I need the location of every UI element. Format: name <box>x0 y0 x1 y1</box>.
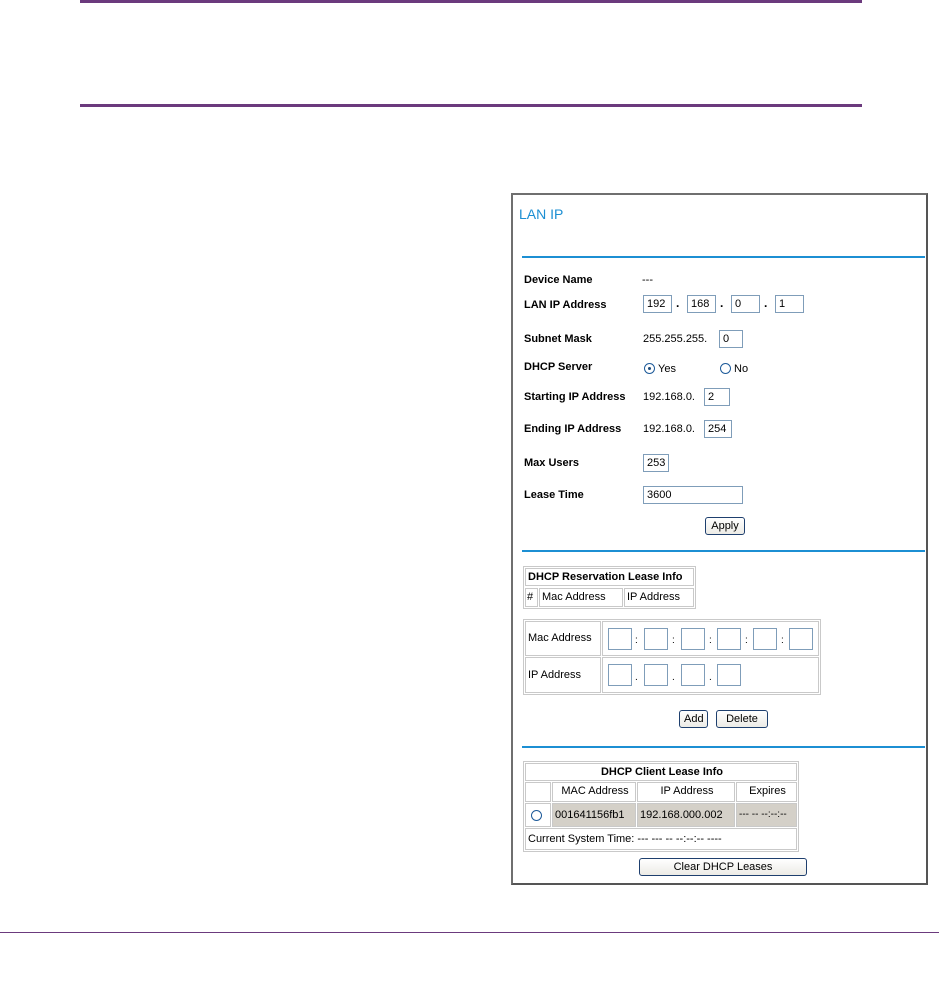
mac-field-6[interactable] <box>789 628 813 650</box>
mac-separator: : <box>745 635 748 646</box>
ending-ip-octet[interactable] <box>704 420 732 438</box>
dhcp-no-radio[interactable] <box>720 363 731 374</box>
reservation-ip-octet-3[interactable] <box>681 664 705 686</box>
lan-ip-octet-1[interactable] <box>643 295 672 313</box>
client-col-select <box>525 782 551 802</box>
reservation-ip-octet-4[interactable] <box>717 664 741 686</box>
ip-separator: . <box>672 672 675 683</box>
reservation-col-num: # <box>525 588 538 607</box>
mac-separator: : <box>635 635 638 646</box>
section-divider <box>522 550 925 552</box>
starting-ip-octet[interactable] <box>704 388 730 406</box>
ip-address-label: IP Address <box>525 657 601 693</box>
clear-dhcp-leases-button[interactable]: Clear DHCP Leases <box>639 858 807 876</box>
dhcp-no-label: No <box>734 363 749 375</box>
footer-divider <box>0 932 939 933</box>
mac-separator: : <box>781 635 784 646</box>
ending-ip-label: Ending IP Address <box>524 423 622 435</box>
panel-title: LAN IP <box>519 206 564 222</box>
lan-ip-panel: LAN IP Device Name --- LAN IP Address . … <box>511 193 928 885</box>
reservation-table-title: DHCP Reservation Lease Info <box>525 568 694 586</box>
ending-ip-prefix: 192.168.0. <box>643 423 695 435</box>
lan-ip-label: LAN IP Address <box>524 299 607 311</box>
client-col-ip: IP Address <box>637 782 735 802</box>
client-col-expires: Expires <box>736 782 797 802</box>
reservation-ip-octet-2[interactable] <box>644 664 668 686</box>
client-row-expires: --- -- --:--:-- <box>736 803 797 827</box>
client-row-radio[interactable] <box>531 810 542 821</box>
subnet-mask-label: Subnet Mask <box>524 333 592 345</box>
ip-separator: . <box>635 672 638 683</box>
delete-button[interactable]: Delete <box>716 710 768 728</box>
lease-time-label: Lease Time <box>524 489 584 501</box>
starting-ip-prefix: 192.168.0. <box>643 391 695 403</box>
lan-ip-octet-2[interactable] <box>687 295 716 313</box>
subnet-mask-octet[interactable] <box>719 330 743 348</box>
mac-field-1[interactable] <box>608 628 632 650</box>
client-row-ip: 192.168.000.002 <box>637 803 735 827</box>
lan-ip-octet-3[interactable] <box>731 295 760 313</box>
mac-separator: : <box>672 635 675 646</box>
lan-ip-octet-4[interactable] <box>775 295 804 313</box>
dhcp-yes-label: Yes <box>658 363 676 375</box>
subnet-mask-prefix: 255.255.255. <box>643 333 708 345</box>
device-name-label: Device Name <box>524 274 593 286</box>
dhcp-yes-radio[interactable] <box>644 363 655 374</box>
top-divider <box>80 0 862 3</box>
section-divider <box>522 256 925 258</box>
mac-separator: : <box>709 635 712 646</box>
mac-address-label: Mac Address <box>525 621 601 656</box>
client-col-mac: MAC Address <box>552 782 636 802</box>
mac-field-3[interactable] <box>681 628 705 650</box>
lease-time-input[interactable] <box>643 486 743 504</box>
client-lease-title: DHCP Client Lease Info <box>525 763 797 781</box>
dhcp-server-label: DHCP Server <box>524 361 593 373</box>
max-users-label: Max Users <box>524 457 580 469</box>
add-button[interactable]: Add <box>679 710 708 728</box>
ip-dot: . <box>676 296 680 310</box>
mac-field-5[interactable] <box>753 628 777 650</box>
device-name-value: --- <box>642 274 653 286</box>
current-system-time: Current System Time: --- --- -- --:--:--… <box>525 828 797 850</box>
apply-button[interactable]: Apply <box>705 517 745 535</box>
reservation-ip-octet-1[interactable] <box>608 664 632 686</box>
starting-ip-label: Starting IP Address <box>524 391 626 403</box>
header-divider <box>80 104 862 107</box>
reservation-col-ip: IP Address <box>624 588 694 607</box>
section-divider <box>522 746 925 748</box>
ip-separator: . <box>709 672 712 683</box>
client-row-mac: 001641156fb1 <box>552 803 636 827</box>
mac-field-2[interactable] <box>644 628 668 650</box>
ip-dot: . <box>764 296 768 310</box>
reservation-col-mac: Mac Address <box>539 588 623 607</box>
ip-dot: . <box>720 296 724 310</box>
mac-field-4[interactable] <box>717 628 741 650</box>
max-users-input[interactable] <box>643 454 669 472</box>
